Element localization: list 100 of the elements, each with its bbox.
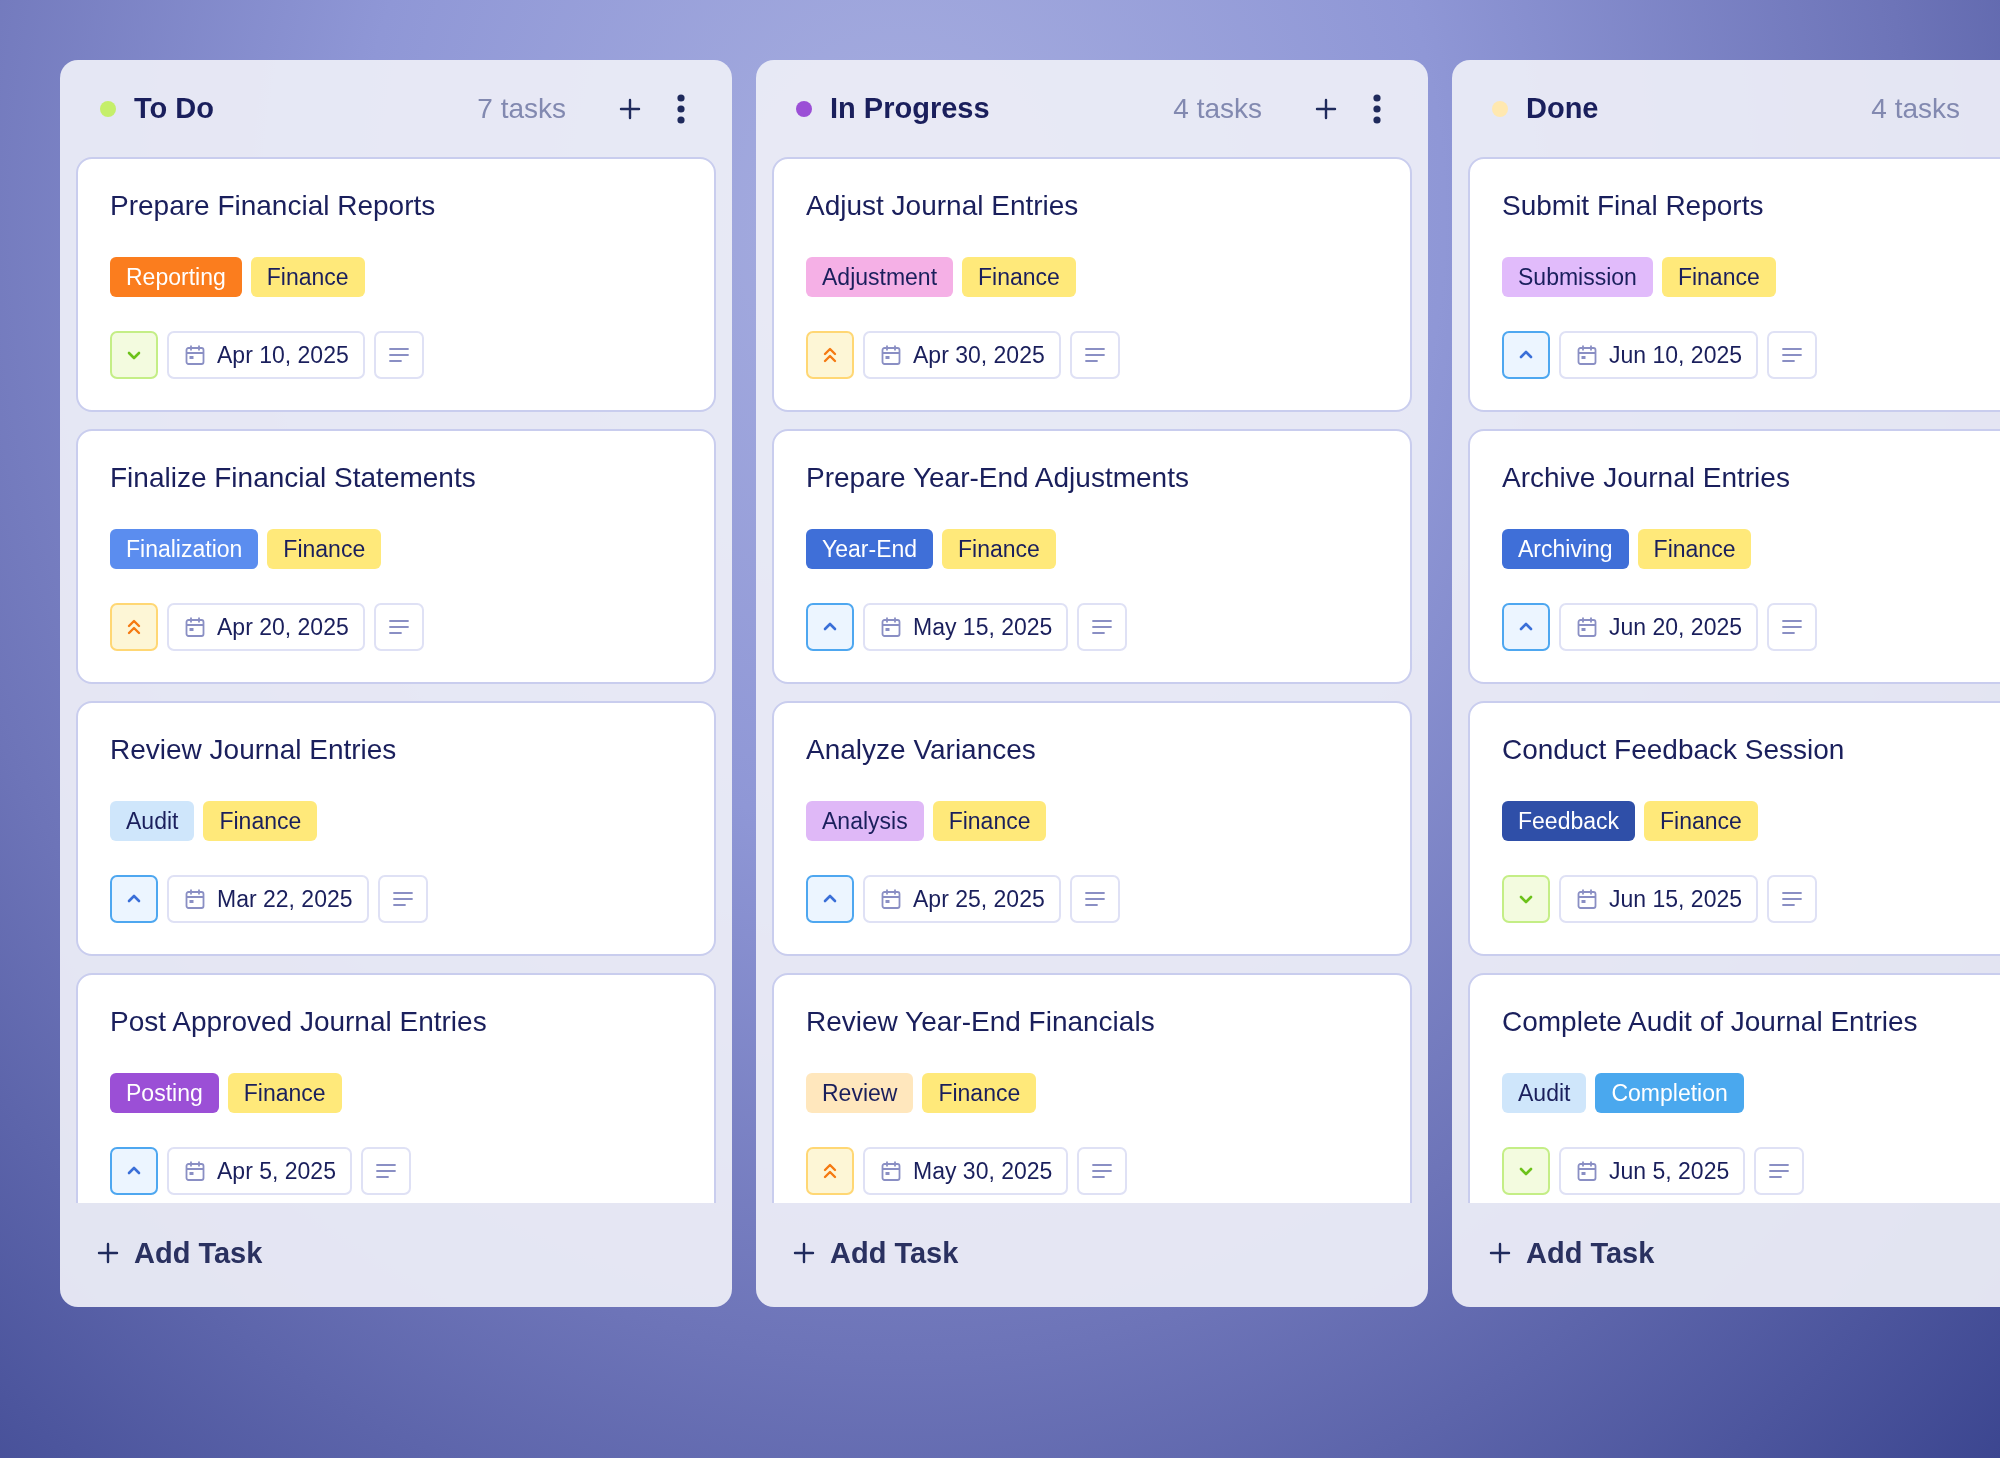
due-date-chip[interactable]: Mar 22, 2025 (167, 875, 369, 923)
description-icon[interactable] (1069, 875, 1120, 923)
column-title: Done (1526, 92, 1600, 125)
priority-badge[interactable] (806, 875, 854, 923)
task-count: 7 tasks (477, 92, 566, 125)
description-icon[interactable] (1767, 875, 1817, 923)
task-card[interactable]: Archive Journal Entries Archiving Finance Jun 20, 2025 (1468, 429, 2000, 684)
tag: Submission (1502, 257, 1653, 297)
tag: Review (806, 1073, 914, 1113)
due-date-chip[interactable]: Apr 10, 2025 (167, 331, 365, 379)
task-title: Post Approved Journal Entries (110, 1005, 488, 1039)
task-title: Review Journal Entries (110, 733, 398, 767)
tag: Reporting (110, 257, 242, 297)
due-date-chip[interactable]: Apr 30, 2025 (863, 331, 1061, 379)
calendar-icon (1577, 616, 1597, 638)
task-card[interactable]: Complete Audit of Journal Entries Audit Completion Jun 5, 2025 (1468, 973, 2000, 1203)
description-icon[interactable] (1069, 331, 1120, 379)
description-icon[interactable] (1077, 1147, 1128, 1195)
tag: Adjustment (806, 257, 954, 297)
task-card[interactable]: Review Journal Entries Audit Finance Mar 22, 2025 (76, 701, 716, 956)
calendar-icon (185, 616, 205, 638)
calendar-icon (185, 344, 205, 366)
tag: Audit (1502, 1073, 1587, 1113)
priority-badge[interactable] (806, 603, 854, 651)
calendar-icon (881, 1160, 901, 1182)
due-date: Jun 15, 2025 (1609, 885, 1742, 913)
due-date-chip[interactable]: May 15, 2025 (863, 603, 1069, 651)
priority-badge[interactable] (110, 875, 158, 923)
tag: Finance (922, 1073, 1037, 1113)
tag: Feedback (1502, 801, 1635, 841)
description-icon[interactable] (1754, 1147, 1805, 1195)
due-date: Apr 10, 2025 (217, 341, 349, 369)
tag: Finance (942, 529, 1056, 569)
priority-badge[interactable] (110, 1147, 158, 1195)
priority-badge[interactable] (1502, 331, 1550, 379)
task-card[interactable]: Analyze Variances Analysis Finance Apr 25, 2025 (772, 701, 1412, 956)
calendar-icon (881, 888, 901, 910)
due-date-chip[interactable]: Apr 5, 2025 (167, 1147, 352, 1195)
task-title: Prepare Financial Reports (110, 189, 437, 223)
add-task-button[interactable]: Add Task (772, 1203, 959, 1303)
task-card[interactable]: Finalize Financial Statements Finalization Finance Apr 20, 2025 (76, 429, 716, 684)
plus-icon (792, 1241, 816, 1265)
due-date-chip[interactable]: Jun 20, 2025 (1559, 603, 1758, 651)
due-date-chip[interactable]: Jun 15, 2025 (1559, 875, 1758, 923)
due-date: Apr 20, 2025 (217, 613, 349, 641)
task-count: 4 tasks (1871, 92, 1960, 125)
tag: Year-End (806, 529, 934, 569)
task-title: Adjust Journal Entries (806, 189, 1080, 223)
task-title: Review Year-End Financials (806, 1005, 1156, 1039)
tag: Finance (227, 1073, 342, 1113)
calendar-icon (1577, 344, 1597, 366)
due-date: Jun 5, 2025 (1609, 1157, 1730, 1185)
calendar-icon (185, 888, 205, 910)
tag: Analysis (806, 801, 924, 841)
description-icon[interactable] (1767, 603, 1817, 651)
column-title: To Do (134, 92, 215, 125)
due-date: Apr 30, 2025 (913, 341, 1045, 369)
tag: Finance (1661, 257, 1776, 297)
due-date: Apr 25, 2025 (913, 885, 1045, 913)
add-task-button[interactable]: Add Task (1468, 1203, 1655, 1303)
due-date-chip[interactable]: Apr 20, 2025 (167, 603, 365, 651)
task-title: Conduct Feedback Session (1502, 733, 1846, 767)
description-icon[interactable] (373, 331, 424, 379)
priority-badge[interactable] (1502, 603, 1550, 651)
description-icon[interactable] (377, 875, 428, 923)
plus-icon (1488, 1241, 1512, 1265)
due-date-chip[interactable]: Jun 5, 2025 (1559, 1147, 1746, 1195)
task-card[interactable]: Adjust Journal Entries Adjustment Finance Apr 30, 2025 (772, 157, 1412, 412)
tag: Completion (1595, 1073, 1744, 1113)
task-card[interactable]: Post Approved Journal Entries Posting Finance Apr 5, 2025 (76, 973, 716, 1203)
due-date: Apr 5, 2025 (217, 1157, 336, 1185)
description-icon[interactable] (373, 603, 424, 651)
calendar-icon (1577, 1160, 1597, 1182)
description-icon[interactable] (1077, 603, 1128, 651)
add-task-button[interactable]: Add Task (76, 1203, 263, 1303)
due-date-chip[interactable]: Jun 10, 2025 (1559, 331, 1758, 379)
tag: Posting (110, 1073, 219, 1113)
due-date: Jun 10, 2025 (1609, 341, 1742, 369)
task-card[interactable]: Conduct Feedback Session Feedback Finance Jun 15, 2025 (1468, 701, 2000, 956)
task-card[interactable]: Submit Final Reports Submission Finance Jun 10, 2025 (1468, 157, 2000, 412)
tag: Audit (110, 801, 195, 841)
due-date: Jun 20, 2025 (1609, 613, 1742, 641)
due-date: Mar 22, 2025 (217, 885, 353, 913)
due-date-chip[interactable]: May 30, 2025 (863, 1147, 1069, 1195)
tag: Archiving (1502, 529, 1629, 569)
column-title: In Progress (830, 92, 991, 125)
description-icon[interactable] (360, 1147, 411, 1195)
tag: Finance (250, 257, 365, 297)
tag: Finance (1644, 801, 1758, 841)
description-icon[interactable] (1767, 331, 1817, 379)
calendar-icon (881, 344, 901, 366)
task-card[interactable]: Review Year-End Financials Review Finance May 30, 2025 (772, 973, 1412, 1203)
due-date: May 30, 2025 (913, 1157, 1053, 1185)
tag: Finance (1637, 529, 1752, 569)
task-title: Archive Journal Entries (1502, 461, 1791, 495)
tag: Finance (962, 257, 1076, 297)
task-card[interactable]: Prepare Year-End Adjustments Year-End Finance May 15, 2025 (772, 429, 1412, 684)
task-card[interactable]: Prepare Financial Reports Reporting Finance Apr 10, 2025 (76, 157, 716, 412)
due-date-chip[interactable]: Apr 25, 2025 (863, 875, 1061, 923)
task-count: 4 tasks (1173, 92, 1262, 125)
